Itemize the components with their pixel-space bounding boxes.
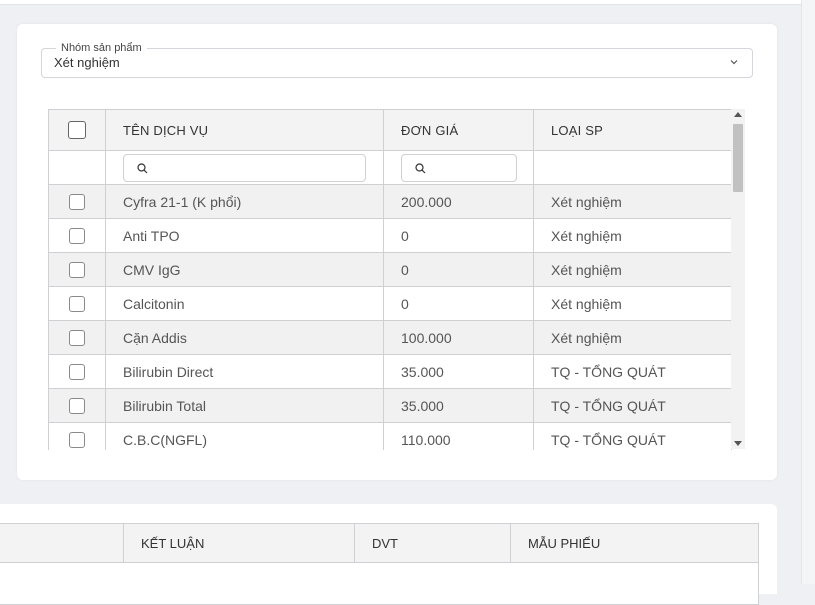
- service-type: TQ - TỔNG QUÁT: [551, 397, 666, 414]
- results-table-header: KẾT LUẬN DVT MẪU PHIẾU: [0, 524, 758, 563]
- row-checkbox-cell: [49, 321, 106, 354]
- row-checkbox[interactable]: [69, 363, 85, 380]
- row-checkbox[interactable]: [69, 261, 85, 278]
- row-checkbox[interactable]: [69, 193, 85, 210]
- table-row[interactable]: Cyfra 21-1 (K phổi) 200.000 Xét nghiệm: [49, 185, 731, 219]
- service-price: 35.000: [384, 355, 534, 388]
- filter-cell-type: [534, 151, 731, 184]
- service-type: Xét nghiệm: [551, 295, 622, 312]
- arrow-down-icon[interactable]: [734, 441, 742, 446]
- page-scrollbar[interactable]: [801, 0, 815, 584]
- product-group-value: Xét nghiệm: [54, 55, 120, 70]
- service-price: 35.000: [384, 389, 534, 422]
- table-row[interactable]: Bilirubin Direct 35.000 TQ - TỔNG QUÁT: [49, 355, 731, 389]
- service-type: Xét nghiệm: [551, 227, 622, 244]
- service-price: 0: [384, 219, 534, 252]
- table-row[interactable]: C.B.C(NGFL) 110.000 TQ - TỔNG QUÁT: [49, 423, 731, 450]
- service-name: Calcitonin: [106, 287, 384, 320]
- price-filter-input[interactable]: [401, 153, 517, 182]
- service-name: Anti TPO: [106, 219, 384, 252]
- filter-empty-cell: [49, 151, 106, 184]
- search-icon: [137, 162, 148, 173]
- top-bar: [0, 0, 801, 5]
- table-header: TÊN DỊCH VỤ ĐƠN GIÁ LOẠI SP: [49, 110, 731, 151]
- row-checkbox-cell: [49, 423, 106, 450]
- row-checkbox[interactable]: [69, 397, 85, 414]
- row-checkbox[interactable]: [69, 431, 85, 448]
- service-name: Bilirubin Direct: [106, 355, 384, 388]
- row-checkbox[interactable]: [69, 295, 85, 312]
- column-header-unit[interactable]: DVT: [355, 524, 511, 562]
- service-name: Cặn Addis: [106, 321, 384, 354]
- product-group-label: Nhóm sản phẩm: [56, 41, 147, 55]
- service-type: Xét nghiệm: [551, 261, 622, 278]
- chevron-down-icon: [730, 60, 738, 65]
- service-selection-card: Nhóm sản phẩm Xét nghiệm TÊN DỊCH VỤ ĐƠN…: [17, 24, 777, 480]
- row-checkbox[interactable]: [69, 227, 85, 244]
- row-checkbox-cell: [49, 389, 106, 422]
- service-name: C.B.C(NGFL): [106, 423, 384, 450]
- arrow-up-icon[interactable]: [734, 112, 742, 117]
- column-header-price[interactable]: ĐƠN GIÁ: [384, 110, 534, 150]
- select-all-checkbox[interactable]: [68, 121, 86, 139]
- service-type: TQ - TỔNG QUÁT: [551, 363, 666, 380]
- product-group-select[interactable]: Nhóm sản phẩm Xét nghiệm: [41, 41, 753, 78]
- filter-cell-price: [384, 151, 534, 184]
- service-price: 110.000: [384, 423, 534, 450]
- services-table: TÊN DỊCH VỤ ĐƠN GIÁ LOẠI SP Cyfra 21-1 (…: [48, 109, 732, 450]
- table-row[interactable]: Calcitonin 0 Xét nghiệm: [49, 287, 731, 321]
- column-header-blank: [0, 524, 124, 562]
- row-checkbox-cell: [49, 287, 106, 320]
- service-name: Cyfra 21-1 (K phổi): [106, 185, 384, 218]
- service-type: Xét nghiệm: [551, 193, 622, 210]
- search-icon: [415, 162, 426, 173]
- service-type: Xét nghiệm: [551, 329, 622, 346]
- table-scrollbar[interactable]: [731, 109, 745, 449]
- table-row[interactable]: Bilirubin Total 35.000 TQ - TỔNG QUÁT: [49, 389, 731, 423]
- service-price: 100.000: [384, 321, 534, 354]
- column-header-name[interactable]: TÊN DỊCH VỤ: [106, 110, 384, 150]
- results-table: KẾT LUẬN DVT MẪU PHIẾU: [0, 523, 759, 605]
- header-checkbox-cell: [49, 110, 106, 150]
- service-name: Bilirubin Total: [106, 389, 384, 422]
- service-price: 0: [384, 253, 534, 286]
- column-header-form-template[interactable]: MẪU PHIẾU: [511, 524, 758, 562]
- row-checkbox-cell: [49, 355, 106, 388]
- service-type: TQ - TỔNG QUÁT: [551, 431, 666, 448]
- row-checkbox-cell: [49, 185, 106, 218]
- table-row[interactable]: CMV IgG 0 Xét nghiệm: [49, 253, 731, 287]
- column-header-type[interactable]: LOẠI SP: [534, 110, 731, 150]
- table-row[interactable]: Cặn Addis 100.000 Xét nghiệm: [49, 321, 731, 355]
- filter-cell-name: [106, 151, 384, 184]
- service-price: 0: [384, 287, 534, 320]
- service-name: CMV IgG: [106, 253, 384, 286]
- filter-row: [49, 151, 731, 185]
- service-price: 200.000: [384, 185, 534, 218]
- table-row[interactable]: Anti TPO 0 Xét nghiệm: [49, 219, 731, 253]
- results-card: KẾT LUẬN DVT MẪU PHIẾU: [0, 504, 777, 605]
- row-checkbox-cell: [49, 219, 106, 252]
- column-header-conclusion[interactable]: KẾT LUẬN: [124, 524, 355, 562]
- scrollbar-thumb[interactable]: [733, 124, 743, 192]
- row-checkbox[interactable]: [69, 329, 85, 346]
- row-checkbox-cell: [49, 253, 106, 286]
- name-filter-input[interactable]: [123, 153, 366, 182]
